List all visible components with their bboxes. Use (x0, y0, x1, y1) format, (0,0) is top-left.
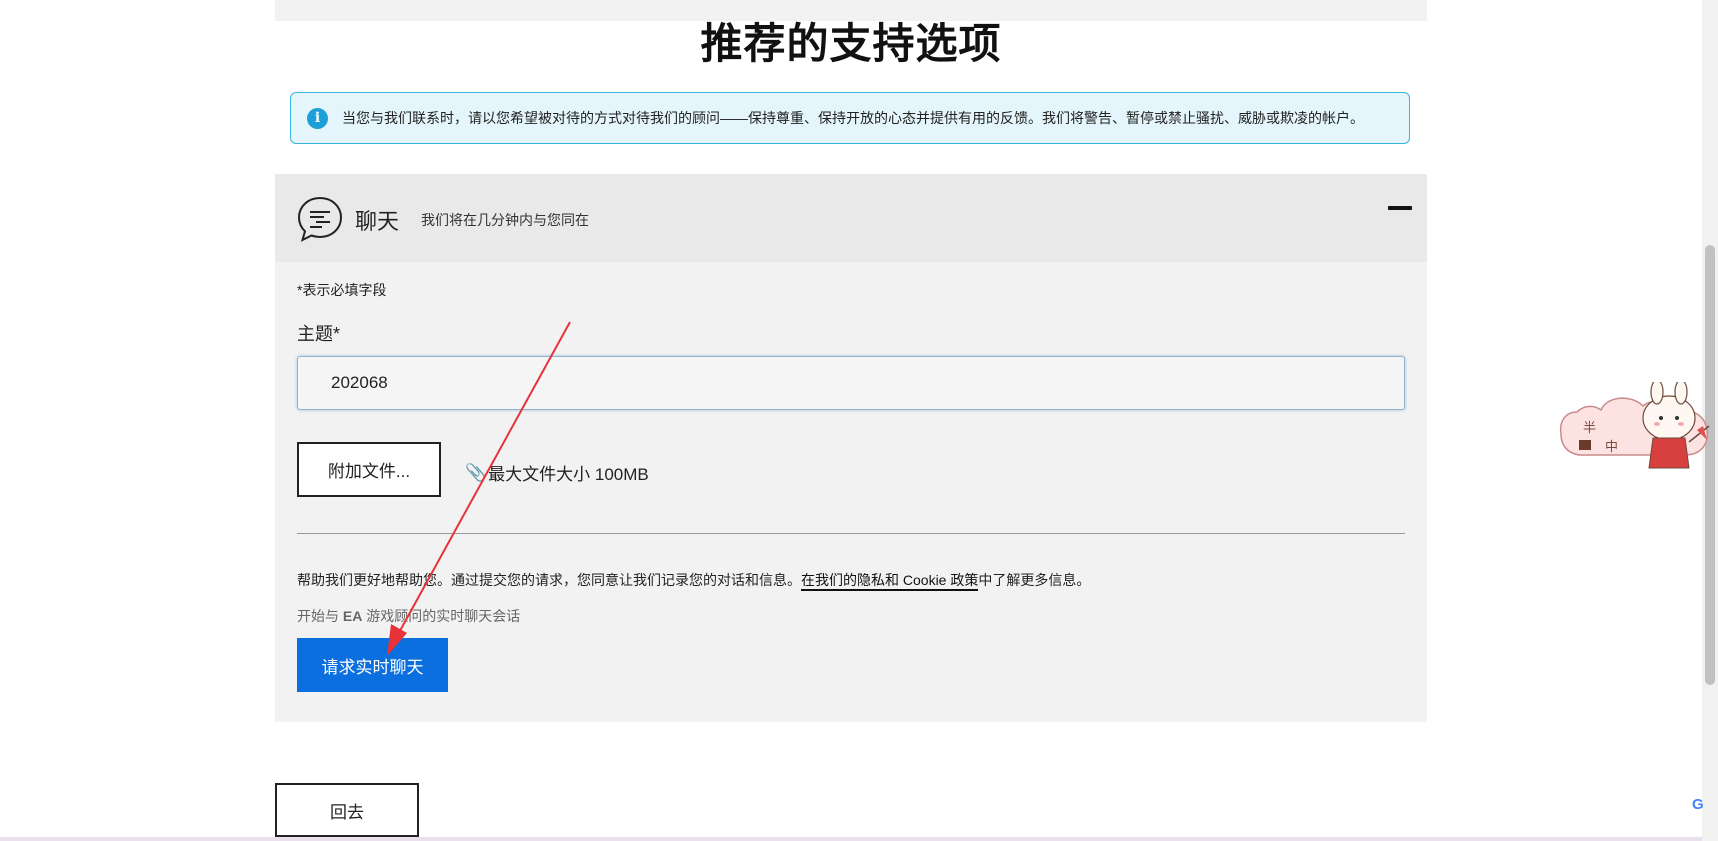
subject-label: 主题* (297, 324, 341, 344)
privacy-help-text: 帮助我们更好地帮助您。通过提交您的请求，您同意让我们记录您的对话和信息。在我们的… (297, 570, 1091, 591)
help-text-after: 中了解更多信息。 (978, 572, 1091, 588)
attach-file-button[interactable]: 附加文件... (297, 442, 441, 497)
divider (297, 533, 1405, 534)
start-text-brand: EA (342, 608, 363, 624)
conduct-notice: i 当您与我们联系时，请以您希望被对待的方式对待我们的顾问——保持尊重、保持开放… (290, 92, 1410, 144)
start-session-text: 开始与 EA 游戏顾问的实时聊天会话 (297, 606, 520, 626)
paperclip-icon: 📎 (465, 462, 487, 482)
mascot-text-top: 半 (1583, 420, 1596, 435)
mascot-text-bottom: 中 (1605, 439, 1618, 454)
request-live-chat-button[interactable]: 请求实时聊天 (297, 638, 448, 692)
minus-icon (1388, 206, 1412, 210)
notice-text: 当您与我们联系时，请以您希望被对待的方式对待我们的顾问——保持尊重、保持开放的心… (342, 110, 1364, 126)
chat-panel: 聊天 我们将在几分钟内与您同在 *表示必填字段 主题* 附加文件... 📎 最大… (275, 174, 1427, 722)
google-icon[interactable]: G (1692, 796, 1704, 813)
page-title: 推荐的支持选项 (700, 20, 1002, 67)
required-field-note: *表示必填字段 (297, 282, 387, 298)
file-size-limit: 📎 最大文件大小 100MB (465, 460, 649, 485)
privacy-policy-link[interactable]: 在我们的隐私和 Cookie 政策 (801, 572, 979, 591)
start-text-prefix: 开始与 (297, 608, 343, 624)
chat-subtitle: 我们将在几分钟内与您同在 (421, 212, 589, 228)
bottom-edge (0, 837, 1702, 841)
mascot-shirt-icon (1579, 440, 1591, 450)
file-size-limit-text: 最大文件大小 100MB (488, 465, 649, 484)
back-button[interactable]: 回去 (275, 783, 419, 837)
chat-bubble-icon (297, 196, 343, 242)
info-icon: i (307, 107, 328, 129)
collapse-button[interactable] (1383, 196, 1417, 220)
start-text-suffix: 游戏顾问的实时聊天会话 (362, 608, 521, 624)
help-text-before: 帮助我们更好地帮助您。通过提交您的请求，您同意让我们记录您的对话和信息。 (297, 572, 801, 588)
mascot-sticker-icon[interactable]: 半 中 (1557, 382, 1712, 474)
chat-header[interactable]: 聊天 我们将在几分钟内与您同在 (275, 174, 1427, 262)
chat-title: 聊天 (355, 209, 400, 234)
subject-input[interactable] (297, 356, 1405, 410)
